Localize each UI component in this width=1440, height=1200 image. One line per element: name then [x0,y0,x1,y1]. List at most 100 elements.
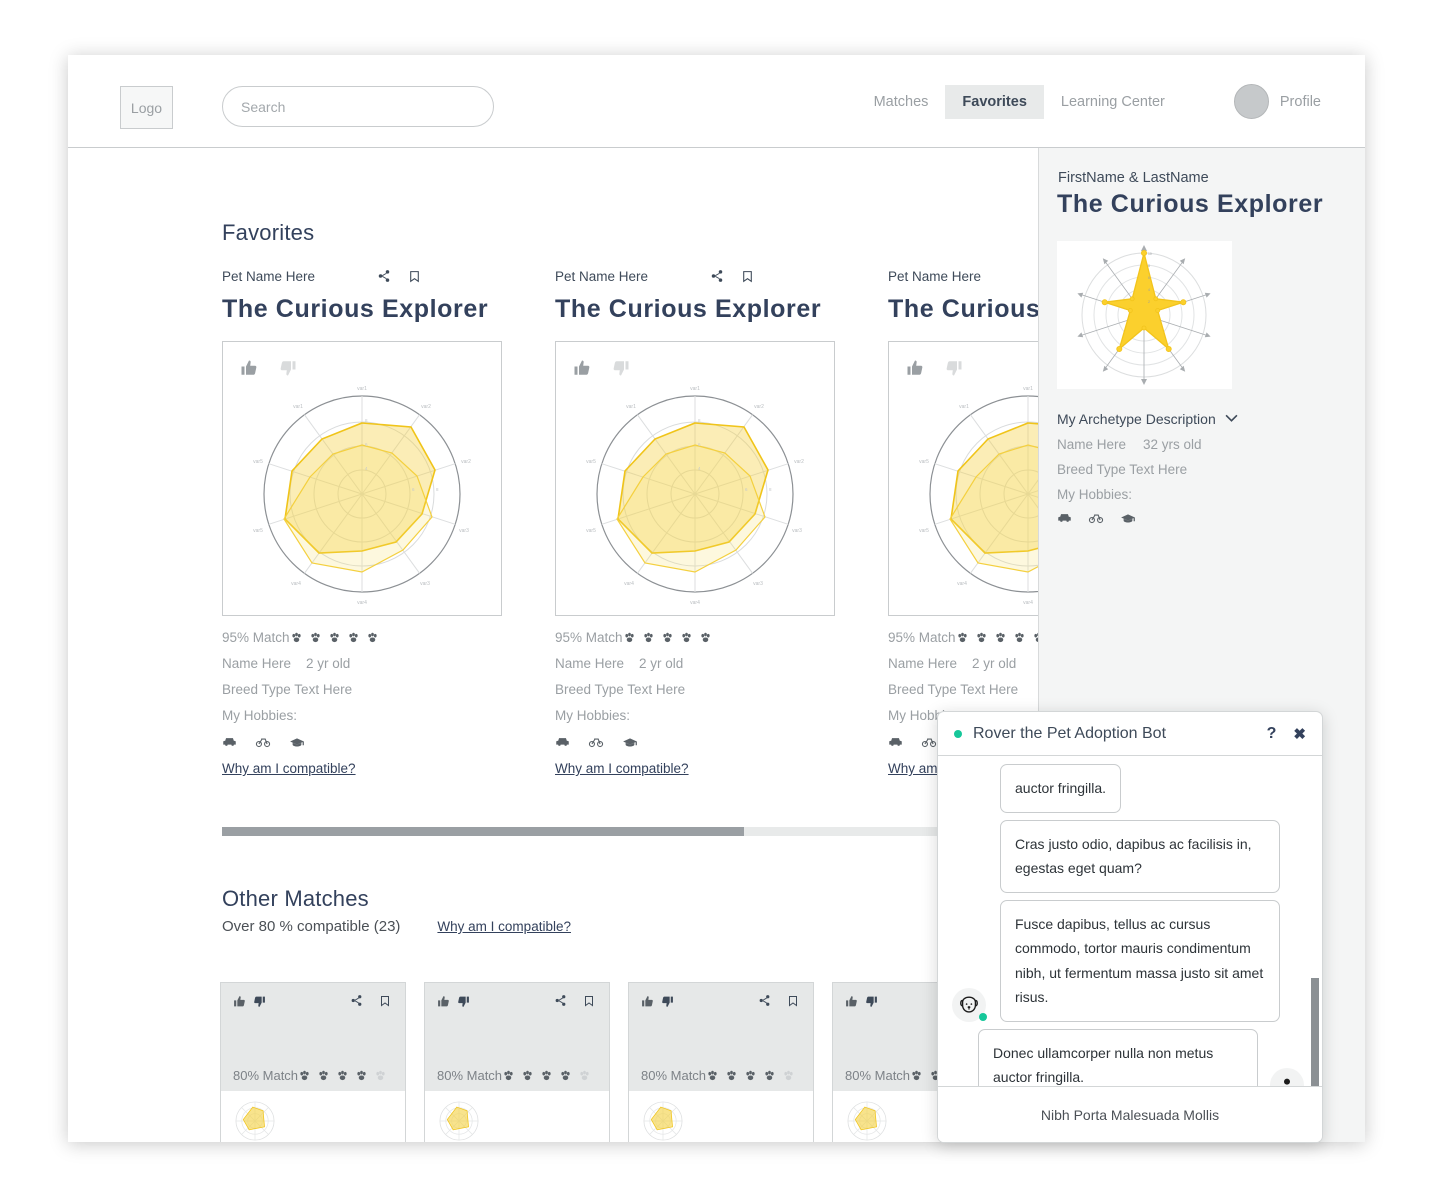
paw-icon [291,632,301,643]
svg-text:2: 2 [1148,300,1150,304]
share-icon[interactable] [350,994,363,1007]
share-icon[interactable] [758,994,771,1007]
chat-bubble: Cras justo odio, dapibus ac facilisis in… [1000,819,1280,893]
thumbs-up-icon[interactable] [906,359,924,377]
svg-text:8: 8 [769,487,772,492]
nav-item-favorites[interactable]: Favorites [945,84,1044,119]
bookmark-icon[interactable] [379,994,391,1008]
bicycle-icon [255,738,271,748]
match-card[interactable]: 80% Match [220,982,406,1142]
nav-item-learning-center[interactable]: Learning Center [1044,85,1182,119]
match-row: 80% Match [641,1068,794,1083]
why-compatible-link[interactable]: Why am I compatible? [437,919,571,934]
other-matches-heading: Other Matches [222,886,369,911]
chat-message-bot: Fusce dapibus, tellus ac cursus commodo,… [938,899,1322,1022]
svg-text:var4: var4 [690,600,700,606]
paw-icon [1014,632,1024,643]
thumbs-up-icon[interactable] [641,995,654,1008]
thumbs-down-icon[interactable] [661,995,674,1008]
scrollbar-thumb[interactable] [222,827,744,836]
thumbs-up-icon[interactable] [573,359,591,377]
thumbs-down-icon[interactable] [612,359,630,377]
thumbs-down-icon[interactable] [865,995,878,1008]
online-status-icon [979,1012,987,1021]
pet-name-label: Pet Name Here [222,268,316,284]
share-icon[interactable] [710,269,724,283]
bicycle-icon [588,738,604,748]
thumbs-up-icon[interactable] [233,995,246,1008]
chevron-down-icon[interactable] [1225,413,1238,425]
paw-icon [708,1070,717,1081]
chat-scrollbar[interactable] [1311,978,1319,1094]
why-compatible-link[interactable]: Why am I compatible? [222,761,504,776]
match-card[interactable]: 80% Match [628,982,814,1142]
svg-text:10: 10 [1148,252,1152,256]
hobby-icons [222,734,504,749]
breed-row: Breed Type Text Here [888,682,1019,697]
pet-name: Name Here [888,656,958,671]
thumbs-up-icon[interactable] [240,359,258,377]
match-card-body: Archetype Name Here Name Here 2 yr old [221,1091,405,1142]
paw-rating [299,1070,386,1081]
paw-icon [765,1070,774,1081]
paw-rating [707,1070,794,1081]
chat-footer-text: Nibh Porta Malesuada Mollis [1040,1106,1220,1123]
bookmark-icon[interactable] [408,269,421,284]
user-radar-chart: 10 8 6 4 2 [1077,245,1211,385]
paw-rating [624,632,711,643]
share-icon[interactable] [554,994,567,1007]
main-nav: Matches Favorites Learning Center Profil… [857,55,1365,148]
paw-icon-empty [376,1070,385,1081]
online-status-icon [954,729,962,738]
svg-text:4: 4 [1148,288,1150,292]
archetype-description-label: My Archetype Description [1057,411,1216,427]
why-compatible-link[interactable]: Why am I compatible? [555,761,837,776]
mini-radar-chart [439,1101,479,1141]
profile-menu[interactable]: Profile [1233,84,1321,119]
paw-icon [561,1070,570,1081]
horizontal-scrollbar[interactable] [222,827,967,836]
page-root: Logo Matches Favorites Learning Center P… [0,0,1440,1200]
mini-radar-chart [235,1101,275,1141]
match-card[interactable]: 80% Match [424,982,610,1142]
user-hobbies-label: My Hobbies: [1057,487,1133,502]
nav-item-matches[interactable]: Matches [857,85,946,119]
search-input[interactable] [223,87,493,126]
archetype-title: The Curious Explorer [555,295,822,323]
match-row: 95% Match [222,630,504,645]
help-button[interactable]: ? [1267,725,1277,743]
bot-avatar [952,987,987,1022]
radar-chart-container: var1 var2 var2 var3 var3 var4 var4 var5 var5… [222,341,502,616]
thumbs-up-icon[interactable] [437,995,450,1008]
match-row: 95% Match [888,630,1038,645]
logo[interactable]: Logo [120,86,173,129]
favorite-radar-chart: var1 var2 var2 var3 var3 var4 var4 var5 var5… [586,386,804,606]
thumbs-down-icon[interactable] [279,359,297,377]
paw-icon [357,1070,366,1081]
match-percent: 80% Match [233,1068,299,1083]
paw-icon [624,632,634,643]
paw-icon [976,632,986,643]
chat-message-user: Donec ullamcorper nulla non metus auctor… [938,1028,1322,1094]
thumbs-up-icon[interactable] [845,995,858,1008]
thumbs-down-icon[interactable] [945,359,963,377]
share-icon[interactable] [377,269,391,283]
search-field[interactable] [222,86,494,127]
thumbs-down-icon[interactable] [457,995,470,1008]
thumbs-down-icon[interactable] [253,995,266,1008]
favorite-card: Pet Name Here The Curious Explorer [888,266,1038,776]
pet-name: Name Here [555,656,625,671]
graduation-cap-icon [290,738,304,747]
favorite-card: Pet Name Here The Curious Explorer [222,266,504,776]
close-icon[interactable]: ✖ [1293,725,1306,743]
paw-icon [367,632,377,643]
bookmark-icon[interactable] [741,269,754,284]
chat-message-list[interactable]: auctor fringilla. Cras justo odio, dapib… [938,756,1322,1094]
hobby-icons [555,734,837,749]
svg-text:var4: var4 [1023,600,1033,606]
svg-text:var1: var1 [690,386,700,392]
archetype-description-toggle[interactable]: My Archetype Description [1057,411,1238,427]
bookmark-icon[interactable] [583,994,595,1008]
favorite-radar-chart: var1 var2 var2 var3 var3 var4 var4 var5 var5… [253,386,471,606]
bookmark-icon[interactable] [787,994,799,1008]
